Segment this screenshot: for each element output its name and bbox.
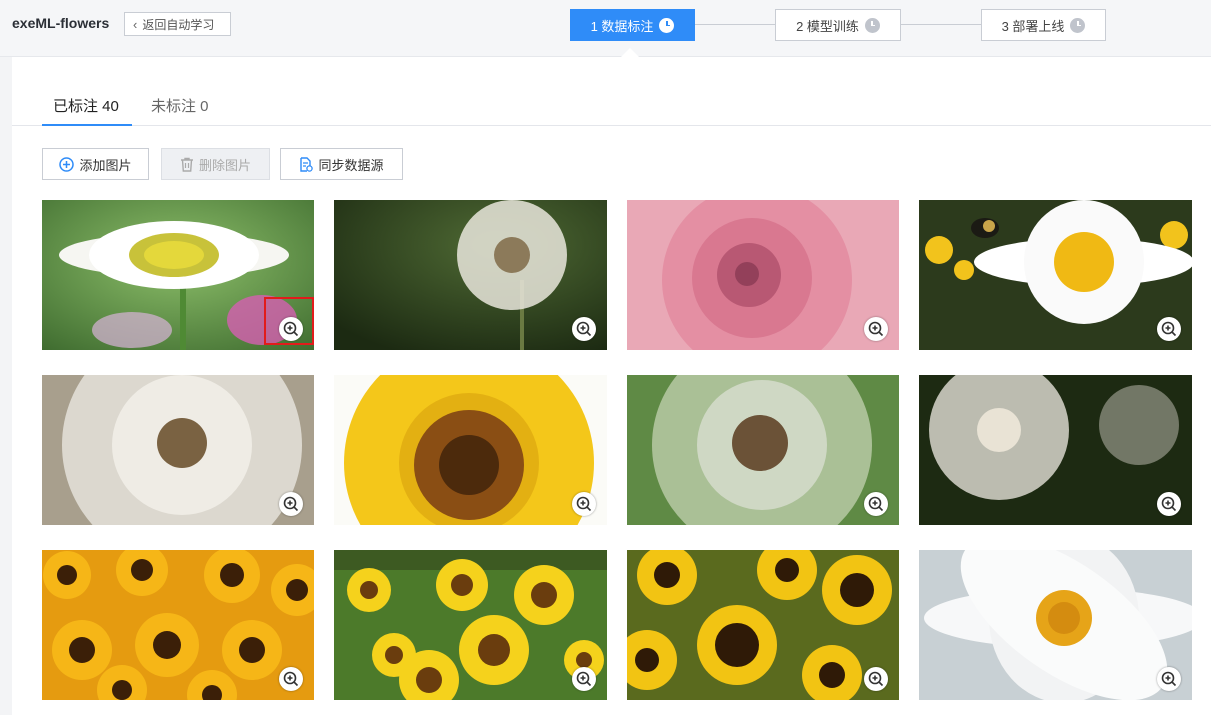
- image-thumbnail[interactable]: [627, 200, 899, 350]
- daisy-photo: [42, 200, 314, 350]
- white-daisy-photo: [919, 550, 1192, 700]
- step-model-training[interactable]: 2 模型训练: [775, 9, 901, 41]
- sync-file-icon: [300, 156, 314, 172]
- add-image-label: 添加图片: [79, 157, 132, 173]
- add-image-button[interactable]: 添加图片: [42, 148, 149, 180]
- zoom-in-icon[interactable]: [1157, 492, 1181, 516]
- zoom-in-icon[interactable]: [572, 492, 596, 516]
- dandelion-photo: [627, 375, 899, 525]
- rose-photo: [627, 200, 899, 350]
- daisy-bee-photo: [919, 200, 1192, 350]
- sunflowers-photo: [42, 550, 314, 700]
- delete-image-label: 删除图片: [198, 157, 251, 173]
- zoom-in-icon[interactable]: [864, 667, 888, 691]
- main-panel: 已标注 40 未标注 0 添加图片 删除图片 同步数据源: [12, 57, 1211, 715]
- zoom-in-icon[interactable]: [1157, 317, 1181, 341]
- sunflower-bunch-photo: [627, 550, 899, 700]
- image-thumbnail[interactable]: [42, 375, 314, 525]
- zoom-in-icon[interactable]: [864, 492, 888, 516]
- add-circle-icon: [59, 156, 75, 172]
- image-thumbnail[interactable]: [334, 550, 607, 700]
- image-thumbnail[interactable]: [919, 550, 1192, 700]
- dandelion-photo: [42, 375, 314, 525]
- image-thumbnail[interactable]: [919, 200, 1192, 350]
- image-thumbnail[interactable]: [42, 200, 314, 350]
- zoom-in-icon[interactable]: [279, 492, 303, 516]
- image-thumbnail[interactable]: [919, 375, 1192, 525]
- image-thumbnail[interactable]: [627, 550, 899, 700]
- zoom-in-icon[interactable]: [572, 667, 596, 691]
- step-data-labeling[interactable]: 1 数据标注: [570, 9, 695, 41]
- image-thumbnail[interactable]: [627, 375, 899, 525]
- top-bar: exeML-flowers ‹ 返回自动学习 1 数据标注 2 模型训练 3 部…: [0, 0, 1211, 57]
- app-title: exeML-flowers: [12, 15, 110, 31]
- zoom-in-icon[interactable]: [279, 317, 303, 341]
- zoom-in-icon[interactable]: [572, 317, 596, 341]
- chevron-left-icon: ‹: [133, 16, 138, 32]
- tab-labeled[interactable]: 已标注 40: [42, 97, 132, 126]
- step-label: 3 部署上线: [1001, 18, 1065, 34]
- label-tabs: 已标注 40 未标注 0: [12, 97, 1211, 126]
- image-thumbnail[interactable]: [334, 375, 607, 525]
- image-thumbnail[interactable]: [334, 200, 607, 350]
- back-button-label: 返回自动学习: [142, 17, 215, 32]
- step-label: 1 数据标注: [590, 18, 654, 34]
- clock-icon: [864, 17, 880, 33]
- active-step-pointer: [620, 48, 640, 58]
- dandelion-photo: [334, 200, 607, 350]
- sync-datasource-button[interactable]: 同步数据源: [280, 148, 403, 180]
- sync-datasource-label: 同步数据源: [318, 157, 384, 173]
- delete-image-button[interactable]: 删除图片: [161, 148, 270, 180]
- step-label: 2 模型训练: [796, 18, 859, 34]
- image-thumbnail[interactable]: [42, 550, 314, 700]
- back-to-automl-button[interactable]: ‹ 返回自动学习: [124, 12, 231, 36]
- tab-unlabeled[interactable]: 未标注 0: [151, 97, 209, 126]
- step-connector: [901, 24, 981, 25]
- zoom-in-icon[interactable]: [864, 317, 888, 341]
- trash-icon: [180, 157, 193, 172]
- zoom-in-icon[interactable]: [1157, 667, 1181, 691]
- sunflower-photo: [334, 375, 607, 525]
- clock-icon: [659, 17, 675, 33]
- step-deploy[interactable]: 3 部署上线: [981, 9, 1106, 41]
- sunflower-field-photo: [334, 550, 607, 700]
- clock-icon: [1070, 17, 1086, 33]
- dandelion-photo: [919, 375, 1192, 525]
- zoom-in-icon[interactable]: [279, 667, 303, 691]
- step-connector: [695, 24, 775, 25]
